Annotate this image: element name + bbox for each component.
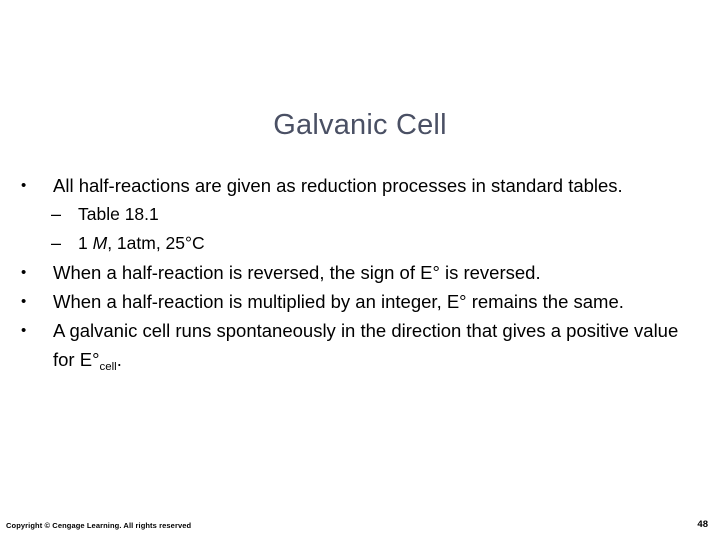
list-item-label: When a half-reaction is reversed, the si… [53, 262, 541, 283]
page-number: 48 [697, 519, 708, 530]
list-item: – 1 M, 1atm, 25°C [14, 229, 704, 258]
list-item-label: 1 M, 1atm, 25°C [78, 229, 704, 258]
bullet-list: • All half-reactions are given as reduct… [14, 171, 704, 374]
list-item-label: Table 18.1 [78, 204, 159, 224]
dash-marker-icon: – [51, 233, 62, 253]
list-item: – Table 18.1 [14, 200, 704, 229]
bullet-marker-icon: • [21, 177, 27, 194]
slide-canvas: Galvanic Cell • All half-reactions are g… [0, 0, 720, 540]
list-item-label: A galvanic cell runs spontaneously in th… [53, 316, 704, 374]
molarity-symbol: M [92, 233, 108, 253]
bullet-marker-icon: • [21, 322, 27, 339]
page-title: Galvanic Cell [273, 109, 447, 141]
bullet-marker-icon: • [21, 293, 27, 310]
cell-subscript: cell [99, 360, 117, 373]
list-item-label: All half-reactions are given as reductio… [53, 175, 623, 196]
list-item: • A galvanic cell runs spontaneously in … [14, 316, 704, 374]
cell-potential-prefix: A galvanic cell runs spontaneously in th… [53, 320, 679, 370]
list-item-label: When a half-reaction is multiplied by an… [53, 291, 624, 312]
dash-marker-icon: – [51, 204, 62, 224]
conditions-suffix: , 1atm, 25°C [107, 233, 205, 253]
list-item: • When a half-reaction is multiplied by … [14, 287, 704, 316]
list-item: • All half-reactions are given as reduct… [14, 171, 704, 200]
list-item: • When a half-reaction is reversed, the … [14, 258, 704, 287]
cell-potential-suffix: . [116, 349, 122, 370]
bullet-marker-icon: • [21, 264, 27, 281]
copyright-notice: Copyright © Cengage Learning. All rights… [6, 521, 192, 530]
